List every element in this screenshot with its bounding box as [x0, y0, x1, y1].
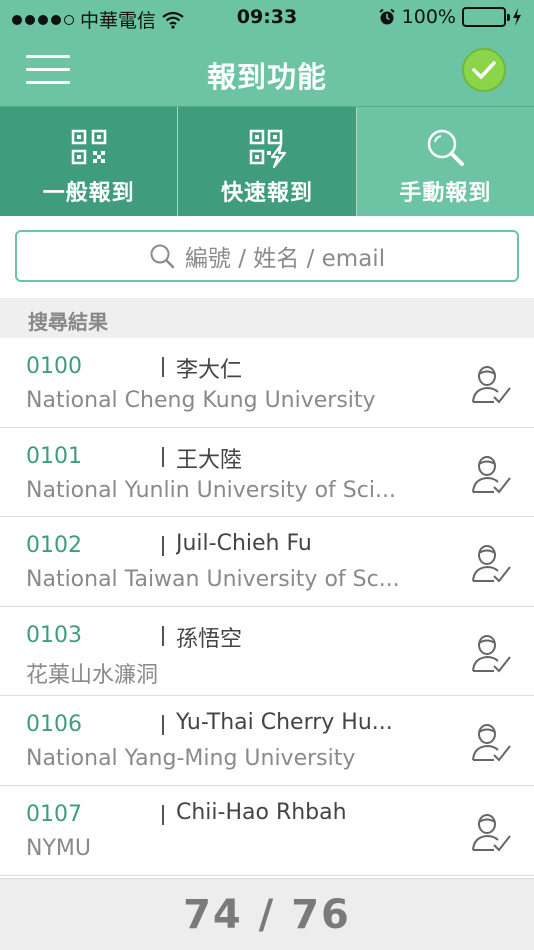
separator [162, 536, 164, 557]
status-bar: 中華電信 09:33 100% [0, 0, 534, 36]
tab-general-checkin[interactable]: 一般報到 [0, 107, 179, 216]
section-header: 搜尋結果 [0, 298, 534, 338]
charging-bolt-icon [513, 8, 521, 26]
separator [162, 357, 164, 377]
section-title: 搜尋結果 [28, 310, 108, 334]
status-bar-right: 100% [378, 6, 522, 28]
list-item[interactable]: 0100 李大仁 National Cheng Kung University [0, 338, 534, 428]
person-check-icon[interactable] [470, 541, 514, 585]
search-icon [150, 244, 175, 269]
list-item[interactable]: 0106 Yu-Thai Cherry Hu... National Yang-… [0, 696, 534, 786]
attendee-name: 王大陸 [176, 447, 243, 473]
person-check-icon[interactable] [470, 631, 514, 675]
attendee-number: 0103 [26, 622, 82, 648]
battery-icon [462, 7, 510, 27]
attendee-name: 李大仁 [176, 358, 243, 383]
person-check-icon[interactable] [470, 452, 514, 496]
checkmark-icon [472, 61, 496, 79]
attendee-organization: National Taiwan University of Sc... [26, 567, 400, 593]
tab-manual-checkin[interactable]: 手動報到 [356, 107, 534, 216]
person-check-icon[interactable] [470, 810, 514, 854]
result-list: 0100 李大仁 National Cheng Kung University … [0, 338, 534, 876]
checkin-count: 74 / 76 [183, 891, 351, 938]
confirm-button[interactable] [462, 48, 506, 92]
tab-label: 手動報到 [399, 181, 492, 206]
search-input[interactable]: 編號 / 姓名 / email [15, 230, 519, 282]
separator [162, 446, 164, 467]
checkin-mode-tabs: 一般報到 快速報到 手動報到 [0, 106, 534, 216]
attendee-organization: NYMU [26, 835, 91, 861]
separator [162, 804, 164, 825]
alarm-icon [379, 8, 395, 25]
attendee-name: Chii-Hao Rhbah [176, 799, 347, 825]
attendee-organization: National Yunlin University of Sci... [26, 477, 396, 503]
list-item[interactable]: 0103 孫悟空 花菓山水濂洞 [0, 606, 534, 697]
search-area: 編號 / 姓名 / email [0, 216, 534, 298]
battery-percentage: 100% [401, 6, 456, 28]
attendee-organization: National Yang-Ming University [26, 746, 356, 772]
attendee-organization: National Cheng Kung University [26, 388, 376, 413]
tab-quick-checkin[interactable]: 快速報到 [178, 107, 357, 216]
person-check-icon[interactable] [470, 720, 514, 764]
attendee-number: 0102 [26, 533, 82, 559]
attendee-name: Yu-Thai Cherry Hu... [176, 710, 393, 736]
attendee-organization: 花菓山水濂洞 [26, 662, 159, 688]
attendee-number: 0101 [26, 443, 82, 469]
separator [162, 715, 164, 736]
list-item[interactable]: 0107 Chii-Hao Rhbah NYMU [0, 785, 534, 876]
checkin-counter: 74 / 76 [0, 878, 534, 950]
magnifier-icon [428, 129, 465, 166]
attendee-number: 0107 [26, 801, 82, 827]
attendee-name: Juil-Chieh Fu [176, 531, 312, 557]
attendee-name: 孫悟空 [176, 626, 243, 652]
separator [162, 625, 164, 646]
list-item[interactable]: 0102 Juil-Chieh Fu National Taiwan Unive… [0, 517, 534, 607]
navigation-bar: 報到功能 [0, 36, 534, 106]
qr-lightning-icon [249, 129, 287, 169]
qr-code-icon [71, 129, 106, 165]
tab-label: 一般報到 [42, 181, 135, 206]
tab-label: 快速報到 [220, 181, 313, 206]
attendee-number: 0100 [26, 354, 82, 379]
person-check-icon[interactable] [470, 362, 514, 406]
search-placeholder: 編號 / 姓名 / email [184, 246, 386, 272]
page-title: 報到功能 [206, 60, 327, 94]
attendee-number: 0106 [26, 712, 82, 738]
list-item[interactable]: 0101 王大陸 National Yunlin University of S… [0, 427, 534, 518]
